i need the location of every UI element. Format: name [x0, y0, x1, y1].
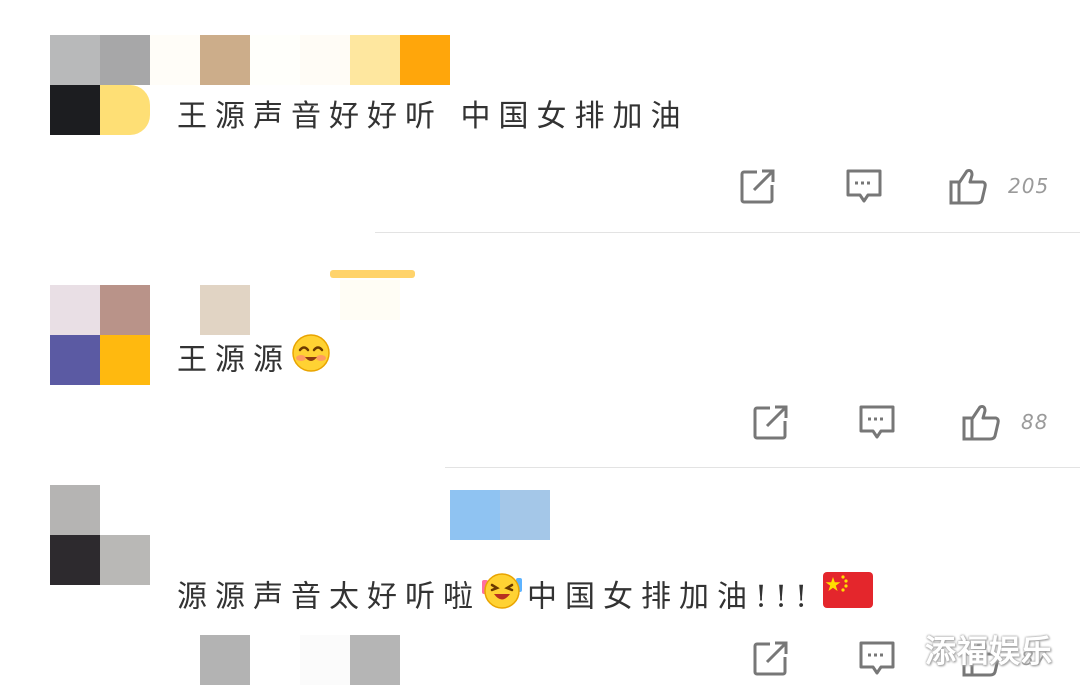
thumbs-up-icon[interactable]: [961, 402, 1001, 442]
china-flag-emoji: [823, 572, 874, 619]
comment-bubble-icon[interactable]: [857, 402, 897, 442]
thumbs-up-icon[interactable]: [948, 166, 988, 206]
watermark: 添福娱乐: [925, 634, 1053, 670]
comment-text: 王源源: [177, 333, 335, 390]
comment-text-part-1: 源源声音太好听啦: [177, 579, 481, 615]
comment-bubble-icon[interactable]: [857, 638, 897, 678]
excited-laugh-emoji: [481, 570, 523, 621]
like-count: 88: [1021, 410, 1049, 434]
comment-text: 王源声音好好听 中国女排加油: [177, 99, 689, 134]
comment-text: 源源声音太好听啦 中国女排加油!!!: [177, 570, 877, 627]
comment-actions: 205: [738, 166, 1058, 206]
comment-text-part-2: 中国女排加油!!!: [527, 579, 816, 615]
divider: [445, 467, 1080, 468]
comment-text-body: 王源源: [177, 342, 291, 378]
comment-actions: 88: [751, 402, 1061, 442]
comment-bubble-icon[interactable]: [844, 166, 884, 206]
share-external-icon[interactable]: [751, 638, 791, 678]
share-external-icon[interactable]: [738, 166, 778, 206]
divider: [375, 232, 1080, 233]
share-external-icon[interactable]: [751, 402, 791, 442]
like-count: 205: [1008, 174, 1050, 198]
blush-smile-emoji: [291, 333, 331, 384]
